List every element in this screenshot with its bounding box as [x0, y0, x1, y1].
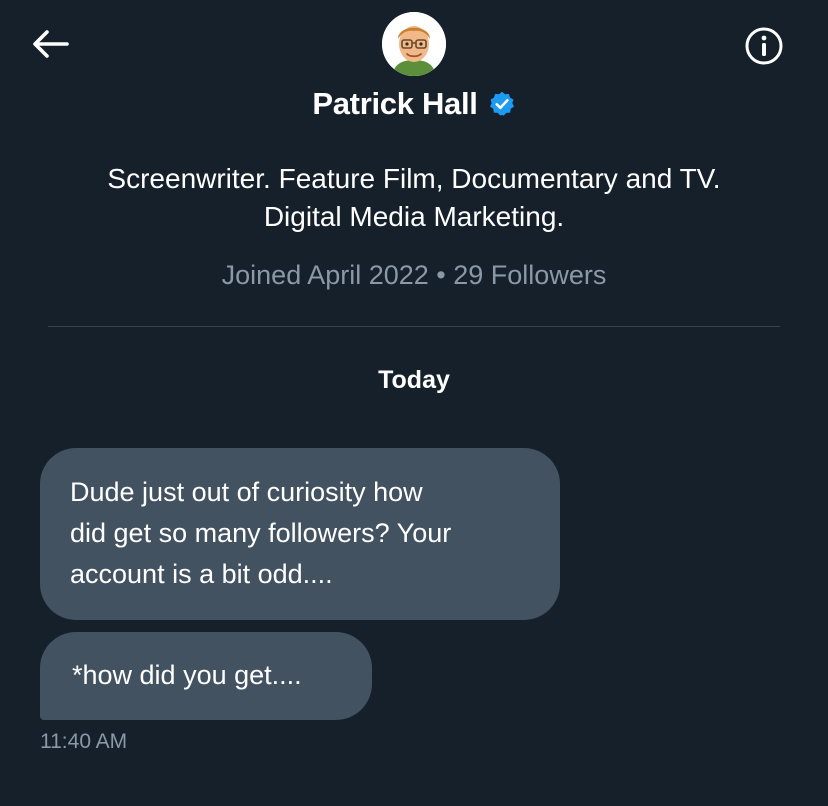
- back-button[interactable]: [28, 24, 72, 64]
- display-name[interactable]: Patrick Hall: [312, 86, 478, 122]
- conversation-info-button[interactable]: [742, 24, 786, 68]
- info-circle-icon: [745, 27, 783, 65]
- message-line: account is a bit odd....: [70, 559, 333, 589]
- date-separator: Today: [378, 366, 450, 394]
- arrow-left-icon: [33, 30, 69, 58]
- message-line: did get so many followers? Your: [70, 518, 452, 548]
- avatar[interactable]: [382, 12, 446, 76]
- profile-meta: Joined April 2022 • 29 Followers: [221, 260, 607, 290]
- verified-badge-icon: [489, 91, 514, 116]
- bio-line: Screenwriter. Feature Film, Documentary …: [107, 163, 721, 194]
- dm-conversation-screen: Patrick Hall Screenwriter. Feature Film,…: [0, 0, 828, 806]
- message-bubble[interactable]: *how did you get....: [40, 632, 372, 720]
- divider: [48, 326, 780, 327]
- bio-line: Digital Media Marketing.: [263, 201, 565, 232]
- message-line: Dude just out of curiosity how: [70, 477, 423, 507]
- profile-bio: Screenwriter. Feature Film, Documentary …: [40, 160, 788, 236]
- message-timestamp: 11:40 AM: [40, 730, 128, 753]
- profile-name-row: Patrick Hall: [0, 86, 828, 122]
- message-bubble[interactable]: Dude just out of curiosity how did get s…: [40, 448, 560, 620]
- memoji-avatar-icon: [382, 12, 446, 76]
